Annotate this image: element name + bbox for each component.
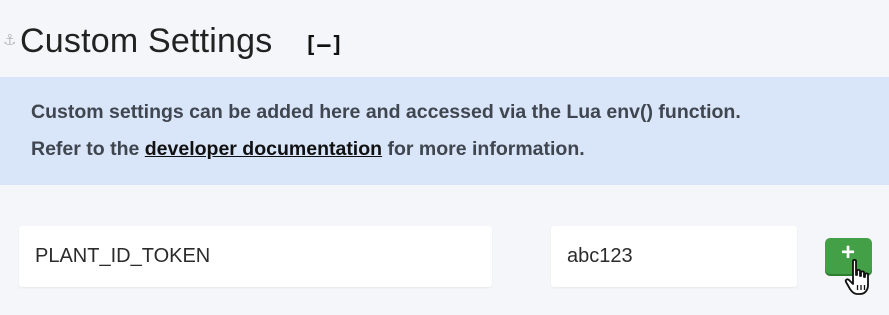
section-header: ⚓ Custom Settings [–] [0, 0, 889, 77]
info-banner: Custom settings can be added here and ac… [0, 77, 889, 185]
info-line-1: Custom settings can be added here and ac… [31, 101, 741, 123]
anchor-icon[interactable]: ⚓ [3, 33, 19, 49]
collapse-toggle[interactable]: [–] [304, 33, 344, 58]
setting-value-input[interactable] [551, 226, 797, 287]
info-line-2-prefix: Refer to the [31, 138, 145, 160]
setting-key-input[interactable] [19, 226, 492, 287]
developer-documentation-link[interactable]: developer documentation [145, 138, 382, 160]
section-title: Custom Settings [20, 22, 273, 60]
hand-pointer-icon [844, 258, 869, 295]
info-line-2-suffix: for more information. [382, 138, 585, 160]
info-line-2: Refer to the developer documentation for… [31, 138, 585, 161]
